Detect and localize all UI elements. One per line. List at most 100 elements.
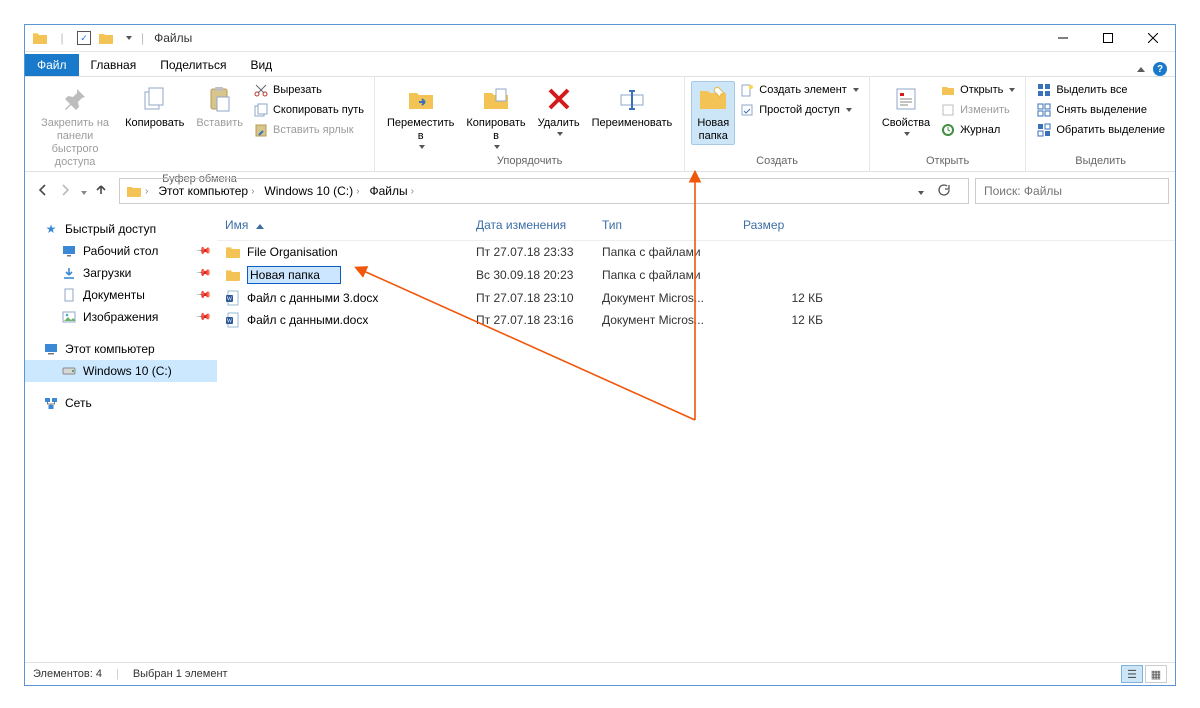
history-icon <box>940 122 956 138</box>
cut-button[interactable]: Вырезать <box>251 81 366 99</box>
navigation-bar: › Этот компьютер› Windows 10 (C:)› Файлы… <box>25 172 1175 210</box>
search-input[interactable] <box>982 183 1162 199</box>
qat-folder-icon <box>31 29 49 47</box>
file-name-label: Файл с данными.docx <box>247 313 368 327</box>
copy-to-button[interactable]: Копировать в <box>460 81 531 151</box>
column-type[interactable]: Тип <box>594 214 735 236</box>
paste-icon <box>204 83 236 115</box>
rename-label: Переименовать <box>592 117 673 130</box>
sidebar-item-downloads[interactable]: Загрузки📌 <box>25 262 217 284</box>
breadcrumb-root-icon[interactable]: › <box>122 183 152 199</box>
column-name[interactable]: Имя <box>217 214 468 236</box>
breadcrumb-label: Windows 10 (C:) <box>264 184 353 198</box>
rename-input[interactable] <box>247 266 341 284</box>
file-date: Пт 27.07.18 23:10 <box>468 289 594 307</box>
breadcrumb-item-pc[interactable]: Этот компьютер› <box>154 184 258 198</box>
status-bar: Элементов: 4 | Выбран 1 элемент ☰ ▦ <box>25 662 1175 685</box>
paste-shortcut-button[interactable]: Вставить ярлык <box>251 121 366 139</box>
ribbon-group-create-label: Создать <box>691 153 863 169</box>
close-button[interactable] <box>1130 25 1175 51</box>
nav-up-button[interactable] <box>93 182 109 201</box>
tab-home[interactable]: Главная <box>79 54 149 76</box>
select-none-button[interactable]: Снять выделение <box>1034 101 1167 119</box>
search-box[interactable] <box>975 178 1169 204</box>
new-folder-button[interactable]: Новая папка <box>691 81 735 145</box>
sidebar-item-label: Этот компьютер <box>65 342 155 356</box>
minimize-button[interactable] <box>1040 25 1085 51</box>
file-row[interactable]: File OrganisationПт 27.07.18 23:33Папка … <box>217 241 1175 263</box>
sidebar-item-label: Изображения <box>83 310 158 324</box>
file-size: 12 КБ <box>735 289 831 307</box>
file-type: Документ Micros... <box>594 289 735 307</box>
edit-button[interactable]: Изменить <box>938 101 1017 119</box>
select-none-icon <box>1036 102 1052 118</box>
easy-access-button[interactable]: Простой доступ <box>737 101 861 119</box>
file-row[interactable]: Вс 30.09.18 20:23Папка с файлами <box>217 263 1175 287</box>
paste-button[interactable]: Вставить <box>190 81 249 132</box>
qat-dropdown[interactable] <box>119 29 137 47</box>
ribbon: Закрепить на панели быстрого доступа Коп… <box>25 77 1175 172</box>
view-details-button[interactable]: ☰ <box>1121 665 1143 683</box>
copy-path-label: Скопировать путь <box>273 102 364 118</box>
address-dropdown[interactable] <box>912 184 928 198</box>
breadcrumb-item-drive[interactable]: Windows 10 (C:)› <box>260 184 363 198</box>
delete-button[interactable]: Удалить <box>532 81 586 138</box>
ribbon-group-select-label: Выделить <box>1032 153 1169 169</box>
move-to-button[interactable]: Переместить в <box>381 81 460 151</box>
sort-asc-icon <box>256 224 264 229</box>
column-date[interactable]: Дата изменения <box>468 214 594 236</box>
view-icons-button[interactable]: ▦ <box>1145 665 1167 683</box>
file-name-label: File Organisation <box>247 245 338 259</box>
history-label: Журнал <box>960 122 1000 138</box>
rename-button[interactable]: Переименовать <box>586 81 679 132</box>
ribbon-group-create: Новая папка Создать элемент Простой дост… <box>685 77 870 171</box>
file-row[interactable]: WФайл с данными.docxПт 27.07.18 23:16Док… <box>217 309 1175 331</box>
ribbon-group-select: Выделить все Снять выделение Обратить вы… <box>1026 77 1175 171</box>
nav-recent-dropdown[interactable] <box>79 184 87 198</box>
tab-view[interactable]: Вид <box>238 54 284 76</box>
sidebar-item-desktop[interactable]: Рабочий стол📌 <box>25 240 217 262</box>
copy-path-button[interactable]: Скопировать путь <box>251 101 366 119</box>
sidebar-item-drive-c[interactable]: Windows 10 (C:) <box>25 360 217 382</box>
help-icon[interactable]: ? <box>1153 62 1167 76</box>
sidebar-item-network[interactable]: Сеть <box>25 392 217 414</box>
copy-to-icon <box>480 83 512 115</box>
qat-sep2: | <box>141 31 144 45</box>
column-size[interactable]: Размер <box>735 214 831 236</box>
sidebar-item-quick-access[interactable]: ★Быстрый доступ <box>25 218 217 240</box>
properties-button[interactable]: Свойства <box>876 81 936 138</box>
refresh-button[interactable] <box>930 183 966 200</box>
maximize-button[interactable] <box>1085 25 1130 51</box>
tab-share[interactable]: Поделиться <box>148 54 238 76</box>
pin-to-quick-access-label: Закрепить на панели быстрого доступа <box>37 117 113 169</box>
copy-button[interactable]: Копировать <box>119 81 190 132</box>
file-row[interactable]: WФайл с данными 3.docxПт 27.07.18 23:10Д… <box>217 287 1175 309</box>
documents-icon <box>61 287 77 303</box>
history-button[interactable]: Журнал <box>938 121 1017 139</box>
sidebar-item-pictures[interactable]: Изображения📌 <box>25 306 217 328</box>
breadcrumb-item-current[interactable]: Файлы› <box>365 184 417 198</box>
ribbon-collapse-icon[interactable] <box>1137 67 1145 72</box>
nav-back-button[interactable] <box>35 182 51 201</box>
qat-newfolder-button[interactable] <box>97 29 115 47</box>
pin-to-quick-access-button[interactable]: Закрепить на панели быстрого доступа <box>31 81 119 171</box>
select-all-button[interactable]: Выделить все <box>1034 81 1167 99</box>
open-button[interactable]: Открыть <box>938 81 1017 99</box>
invert-selection-label: Обратить выделение <box>1056 122 1165 138</box>
open-icon <box>940 82 956 98</box>
breadcrumb-label: Файлы <box>369 184 407 198</box>
select-all-icon <box>1036 82 1052 98</box>
invert-selection-button[interactable]: Обратить выделение <box>1034 121 1167 139</box>
tab-file[interactable]: Файл <box>25 54 79 76</box>
column-name-label: Имя <box>225 218 248 232</box>
ribbon-tabs: Файл Главная Поделиться Вид ? <box>25 52 1175 77</box>
sidebar-item-documents[interactable]: Документы📌 <box>25 284 217 306</box>
nav-forward-button[interactable] <box>57 182 73 201</box>
new-item-button[interactable]: Создать элемент <box>737 81 861 99</box>
qat-properties-button[interactable]: ✓ <box>75 29 93 47</box>
sidebar-item-this-pc[interactable]: Этот компьютер <box>25 338 217 360</box>
folder-icon <box>225 244 241 260</box>
navigation-pane: ★Быстрый доступ Рабочий стол📌 Загрузки📌 … <box>25 210 217 662</box>
address-bar[interactable]: › Этот компьютер› Windows 10 (C:)› Файлы… <box>119 178 969 204</box>
ribbon-group-organize-label: Упорядочить <box>381 153 678 169</box>
